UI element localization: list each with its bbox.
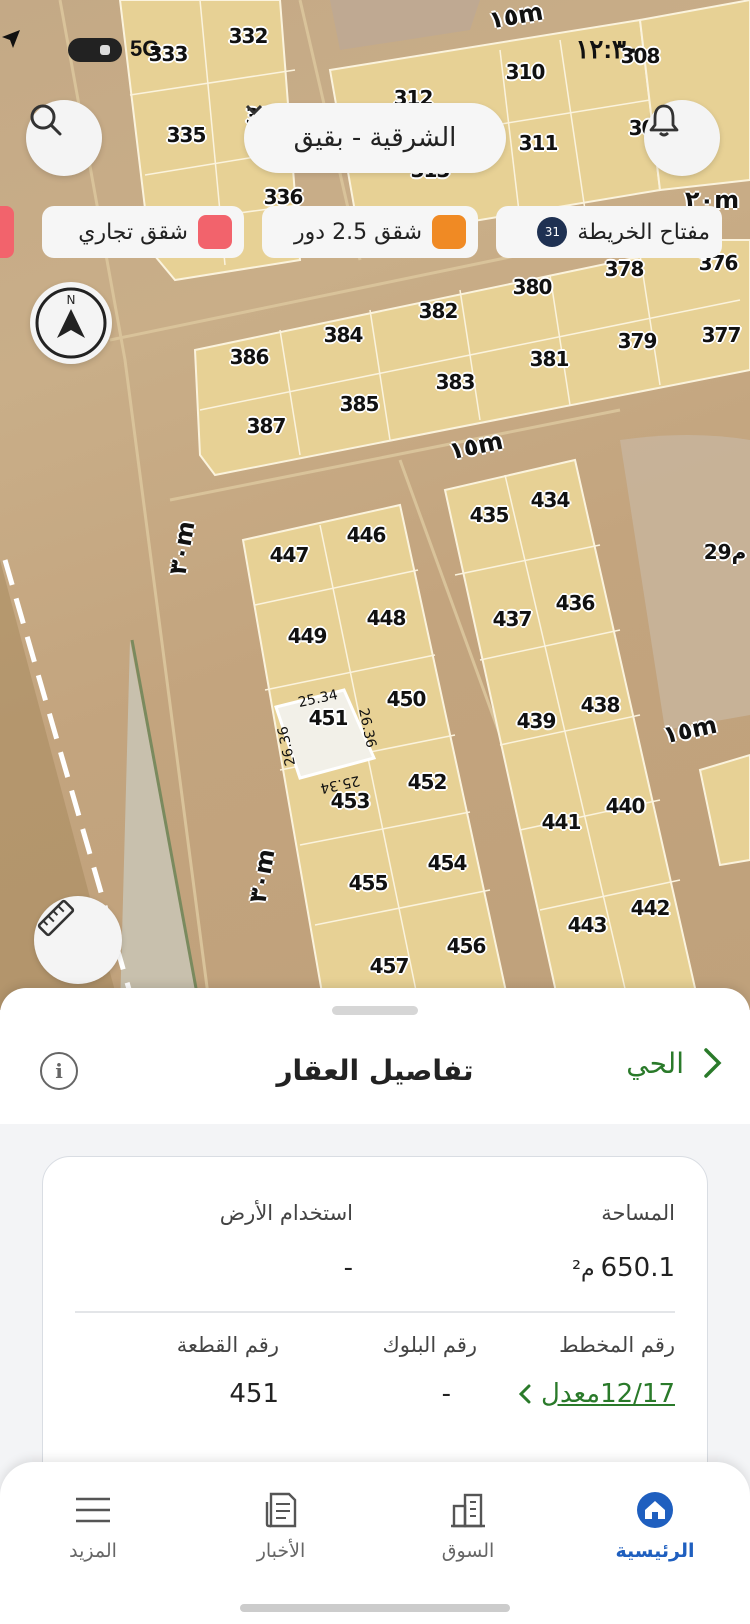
plot-number-value: 451 <box>229 1379 279 1409</box>
measure-button[interactable] <box>34 896 122 984</box>
legend-swatch-red <box>198 215 232 249</box>
street-label: 29م <box>703 540 747 564</box>
lot-label[interactable]: 443 <box>568 913 608 937</box>
legend-swatch-orange <box>432 215 466 249</box>
lot-label[interactable]: 385 <box>340 392 380 416</box>
lot-label[interactable]: 438 <box>581 693 621 717</box>
search-icon <box>30 104 62 136</box>
plan-label: رقم المخطط <box>559 1333 675 1357</box>
lot-label[interactable]: 380 <box>513 275 553 299</box>
legend-chip-commercial[interactable]: شقق تجاري <box>42 206 244 258</box>
chevron-down-icon <box>245 104 263 116</box>
status-bar: 5G ١٢:٣٠ <box>0 28 750 72</box>
neighborhood-label: الحي <box>626 1046 684 1080</box>
area-value-group: 650.1 م² <box>572 1253 675 1283</box>
lot-label[interactable]: 454 <box>428 851 468 875</box>
block-label: رقم البلوك <box>382 1333 477 1357</box>
lot-label[interactable]: 456 <box>447 934 487 958</box>
legend-chip-label: شقق تجاري <box>78 219 188 245</box>
lot-label[interactable]: 311 <box>519 131 559 155</box>
legend-chip-apartments[interactable]: شقق 2.5 دور <box>262 206 478 258</box>
signal-label: 5G <box>130 36 160 61</box>
card-divider <box>75 1311 675 1313</box>
lot-label[interactable]: 383 <box>436 370 476 394</box>
lot-label[interactable]: 441 <box>542 810 582 834</box>
lot-label[interactable]: 435 <box>470 503 510 527</box>
ruler-icon <box>37 899 75 937</box>
nav-news[interactable]: الأخبار <box>216 1490 346 1562</box>
nav-more-label: المزيد <box>69 1540 117 1562</box>
map-key-label: مفتاح الخريطة <box>577 219 710 245</box>
lot-label[interactable]: 379 <box>618 329 658 353</box>
selected-plot-number[interactable]: 451 <box>309 706 349 730</box>
lot-label[interactable]: 378 <box>605 257 645 281</box>
lot-label[interactable]: 382 <box>419 299 459 323</box>
lot-label[interactable]: 455 <box>349 871 389 895</box>
bell-icon <box>649 104 679 137</box>
lot-label[interactable]: 386 <box>230 345 270 369</box>
legend-chip-label: شقق 2.5 دور <box>294 219 422 245</box>
land-use-label: استخدام الأرض <box>219 1201 353 1225</box>
nav-more[interactable]: المزيد <box>28 1490 158 1562</box>
buildings-icon <box>451 1493 485 1528</box>
lot-label[interactable]: 447 <box>270 543 310 567</box>
nav-market[interactable]: السوق <box>403 1490 533 1562</box>
lot-label[interactable]: 384 <box>324 323 364 347</box>
notifications-button[interactable] <box>644 100 720 176</box>
nav-home-label: الرئيسية <box>615 1540 695 1562</box>
land-use-value: - <box>343 1253 353 1283</box>
area-unit: م² <box>572 1257 595 1282</box>
region-selector[interactable]: الشرقية - بقيق <box>244 103 506 173</box>
lot-label[interactable]: 381 <box>530 347 570 371</box>
area-label: المساحة <box>601 1201 675 1225</box>
plot-number-label: رقم القطعة <box>176 1333 279 1357</box>
map-view[interactable]: 332 333 335 334 336 337 310 312 313 311 … <box>0 0 750 1010</box>
nav-news-label: الأخبار <box>256 1540 306 1562</box>
map-key-chip[interactable]: مفتاح الخريطة 31 <box>496 206 722 258</box>
nav-home[interactable]: الرئيسية <box>590 1490 720 1562</box>
home-indicator <box>240 1604 510 1612</box>
block-value: - <box>441 1379 451 1409</box>
lot-label[interactable]: 437 <box>493 607 533 631</box>
legend-chip-overflow[interactable] <box>0 206 14 258</box>
plan-value: 12/17معدل <box>541 1379 675 1409</box>
lot-label[interactable]: 446 <box>347 523 387 547</box>
lot-label[interactable]: 377 <box>702 323 742 347</box>
svg-text:N: N <box>67 293 76 307</box>
home-icon <box>637 1492 673 1528</box>
app-screen: 332 333 335 334 336 337 310 312 313 311 … <box>0 0 750 1624</box>
lot-label[interactable]: 449 <box>288 624 328 648</box>
chevron-right-icon <box>704 1048 722 1078</box>
lot-label[interactable]: 436 <box>556 591 596 615</box>
map-key-count: 31 <box>537 217 568 247</box>
lot-label[interactable]: 442 <box>631 896 671 920</box>
status-time: ١٢:٣٠ <box>575 34 640 64</box>
neighborhood-link[interactable]: الحي <box>626 1046 724 1080</box>
nav-market-label: السوق <box>441 1540 495 1562</box>
bottom-navigation: الرئيسية السوق الأخبار المزيد <box>0 1462 750 1624</box>
battery-icon <box>68 38 122 62</box>
lot-label[interactable]: 387 <box>247 414 287 438</box>
search-button[interactable] <box>26 100 102 176</box>
lot-label[interactable]: 335 <box>167 123 207 147</box>
lot-label[interactable]: 452 <box>408 770 448 794</box>
lot-label[interactable]: 434 <box>531 488 571 512</box>
newspaper-icon <box>265 1492 297 1528</box>
area-value: 650.1 <box>600 1253 675 1283</box>
chevron-left-icon <box>518 1384 531 1404</box>
compass-icon: N <box>35 287 107 359</box>
lot-label[interactable]: 440 <box>606 794 646 818</box>
compass-button[interactable]: N <box>30 282 112 364</box>
lot-label[interactable]: 457 <box>370 954 410 978</box>
sheet-header: i تفاصيل العقار الحي <box>0 1028 750 1124</box>
region-selector-label: الشرقية - بقيق <box>293 123 457 153</box>
plan-link[interactable]: 12/17معدل <box>517 1379 675 1409</box>
menu-icon <box>76 1497 110 1523</box>
lot-label[interactable]: 450 <box>387 687 427 711</box>
sheet-drag-handle[interactable] <box>332 1006 418 1015</box>
lot-label[interactable]: 439 <box>517 709 557 733</box>
location-arrow-icon <box>2 30 20 48</box>
lot-label[interactable]: 448 <box>367 606 407 630</box>
